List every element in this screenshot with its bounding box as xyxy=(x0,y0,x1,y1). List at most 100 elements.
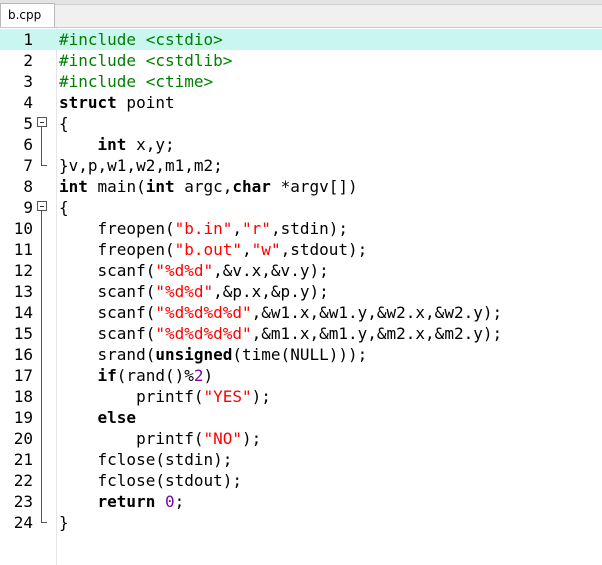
fold-guide-line xyxy=(37,344,51,365)
fold-guide-line xyxy=(37,302,51,323)
code-token-plain: scanf( xyxy=(59,324,156,343)
code-text: printf("YES"); xyxy=(59,386,271,407)
fold-guide-line xyxy=(37,134,51,155)
code-token-str: "%d%d" xyxy=(155,261,214,280)
code-line[interactable]: 4 struct point xyxy=(0,92,602,113)
code-text: if(rand()%2) xyxy=(59,365,214,386)
fold-guide-line xyxy=(37,449,51,470)
code-line[interactable]: 2 #include <cstdlib> xyxy=(0,50,602,71)
tab-bar-strip xyxy=(0,0,602,5)
code-token-str: "%d%d" xyxy=(155,282,214,301)
line-number: 13 xyxy=(13,282,33,301)
code-token-plain: ); xyxy=(251,387,271,406)
code-token-plain: { xyxy=(59,198,69,217)
code-text: fclose(stdin); xyxy=(59,449,233,470)
code-line[interactable]: 13 scanf("%d%d",&p.x,&p.y); xyxy=(0,281,602,302)
code-token-kw: unsigned xyxy=(155,345,233,364)
code-line[interactable]: 14 scanf("%d%d%d%d",&w1.x,&w1.y,&w2.x,&w… xyxy=(0,302,602,323)
code-token-plain: , xyxy=(232,219,243,238)
code-text: int main(int argc,char *argv[]) xyxy=(59,176,358,197)
code-token-num: 2 xyxy=(193,366,204,385)
fold-guide-line xyxy=(37,281,51,302)
line-number: 7 xyxy=(23,156,33,175)
line-number: 11 xyxy=(13,240,33,259)
code-token-pre: #include <ctime> xyxy=(59,72,214,91)
code-line[interactable]: 18 printf("YES"); xyxy=(0,386,602,407)
code-line[interactable]: 21 fclose(stdin); xyxy=(0,449,602,470)
code-line[interactable]: 16 srand(unsigned(time(NULL))); xyxy=(0,344,602,365)
code-line[interactable]: 15 scanf("%d%d%d%d",&m1.x,&m1.y,&m2.x,&m… xyxy=(0,323,602,344)
code-text: fclose(stdout); xyxy=(59,470,243,491)
code-token-pre: #include <cstdlib> xyxy=(59,51,233,70)
code-token-plain: fclose(stdout); xyxy=(59,471,243,490)
code-line[interactable]: 1 #include <cstdio> xyxy=(0,29,602,50)
code-token-plain: ) xyxy=(203,366,214,385)
code-token-plain: ,stdout); xyxy=(280,240,368,259)
code-line[interactable]: 12 scanf("%d%d",&v.x,&v.y); xyxy=(0,260,602,281)
fold-guide-line xyxy=(37,407,51,428)
code-token-plain: x,y; xyxy=(126,135,175,154)
code-token-kw: int xyxy=(97,135,127,154)
code-token-plain: printf( xyxy=(59,429,204,448)
fold-end-marker xyxy=(37,155,51,176)
code-token-kw: char xyxy=(232,177,271,196)
code-text: freopen("b.in","r",stdin); xyxy=(59,218,348,239)
code-line[interactable]: 17 if(rand()%2) xyxy=(0,365,602,386)
code-line[interactable]: 6 int x,y; xyxy=(0,134,602,155)
code-line[interactable]: 9{ xyxy=(0,197,602,218)
code-token-plain: fclose(stdin); xyxy=(59,450,233,469)
code-token-plain: { xyxy=(59,114,69,133)
code-token-plain: printf( xyxy=(59,387,204,406)
code-line[interactable]: 19 else xyxy=(0,407,602,428)
code-line[interactable]: 20 printf("NO"); xyxy=(0,428,602,449)
line-number: 12 xyxy=(13,261,33,280)
code-editor[interactable]: 1 #include <cstdio> 2 #include <cstdlib> 3 #i… xyxy=(0,28,602,565)
code-token-plain: (rand()% xyxy=(116,366,194,385)
fold-guide-line xyxy=(37,323,51,344)
code-text: #include <cstdlib> xyxy=(59,50,232,71)
code-token-plain: argc, xyxy=(174,177,233,196)
fold-guide-line xyxy=(37,239,51,260)
code-token-plain: ,&w1.x,&w1.y,&w2.x,&w2.y); xyxy=(251,303,503,322)
line-number: 6 xyxy=(23,135,33,154)
fold-collapse-icon[interactable] xyxy=(37,113,51,134)
code-token-str: "w" xyxy=(251,240,281,259)
line-number: 24 xyxy=(13,513,33,532)
code-token-plain: point xyxy=(116,93,175,112)
tab-b-cpp[interactable]: b.cpp xyxy=(0,3,55,27)
code-line[interactable]: 7}v,p,w1,w2,m1,m2; xyxy=(0,155,602,176)
fold-collapse-icon[interactable] xyxy=(37,197,51,218)
code-token-kw: if xyxy=(97,366,117,385)
fold-end-marker xyxy=(37,512,51,533)
code-token-str: "r" xyxy=(242,219,271,238)
fold-guide-line xyxy=(37,218,51,239)
code-token-kw: int xyxy=(145,177,175,196)
code-token-plain: srand( xyxy=(59,345,156,364)
line-number: 19 xyxy=(13,408,33,427)
code-token-plain: scanf( xyxy=(59,282,156,301)
code-token-plain: ,&p.x,&p.y); xyxy=(213,282,329,301)
code-token-str: "b.in" xyxy=(174,219,233,238)
fold-guide-line xyxy=(37,491,51,512)
line-number: 18 xyxy=(13,387,33,406)
code-line[interactable]: 10 freopen("b.in","r",stdin); xyxy=(0,218,602,239)
code-line[interactable]: 8 int main(int argc,char *argv[]) xyxy=(0,176,602,197)
code-line[interactable]: 23 return 0; xyxy=(0,491,602,512)
code-text: int x,y; xyxy=(59,134,175,155)
line-number: 16 xyxy=(13,345,33,364)
code-line[interactable]: 22 fclose(stdout); xyxy=(0,470,602,491)
tab-bar: b.cpp xyxy=(0,0,602,28)
code-line[interactable]: 24} xyxy=(0,512,602,533)
code-line[interactable]: 3 #include <ctime> xyxy=(0,71,602,92)
code-token-plain: ,stdin); xyxy=(270,219,348,238)
code-text: scanf("%d%d%d%d",&m1.x,&m1.y,&m2.x,&m2.y… xyxy=(59,323,503,344)
code-token-str: "b.out" xyxy=(174,240,243,259)
code-line[interactable]: 5{ xyxy=(0,113,602,134)
fold-guide-line xyxy=(37,428,51,449)
code-token-str: "%d%d%d%d" xyxy=(155,324,252,343)
code-line[interactable]: 11 freopen("b.out","w",stdout); xyxy=(0,239,602,260)
code-token-plain: ); xyxy=(242,429,262,448)
